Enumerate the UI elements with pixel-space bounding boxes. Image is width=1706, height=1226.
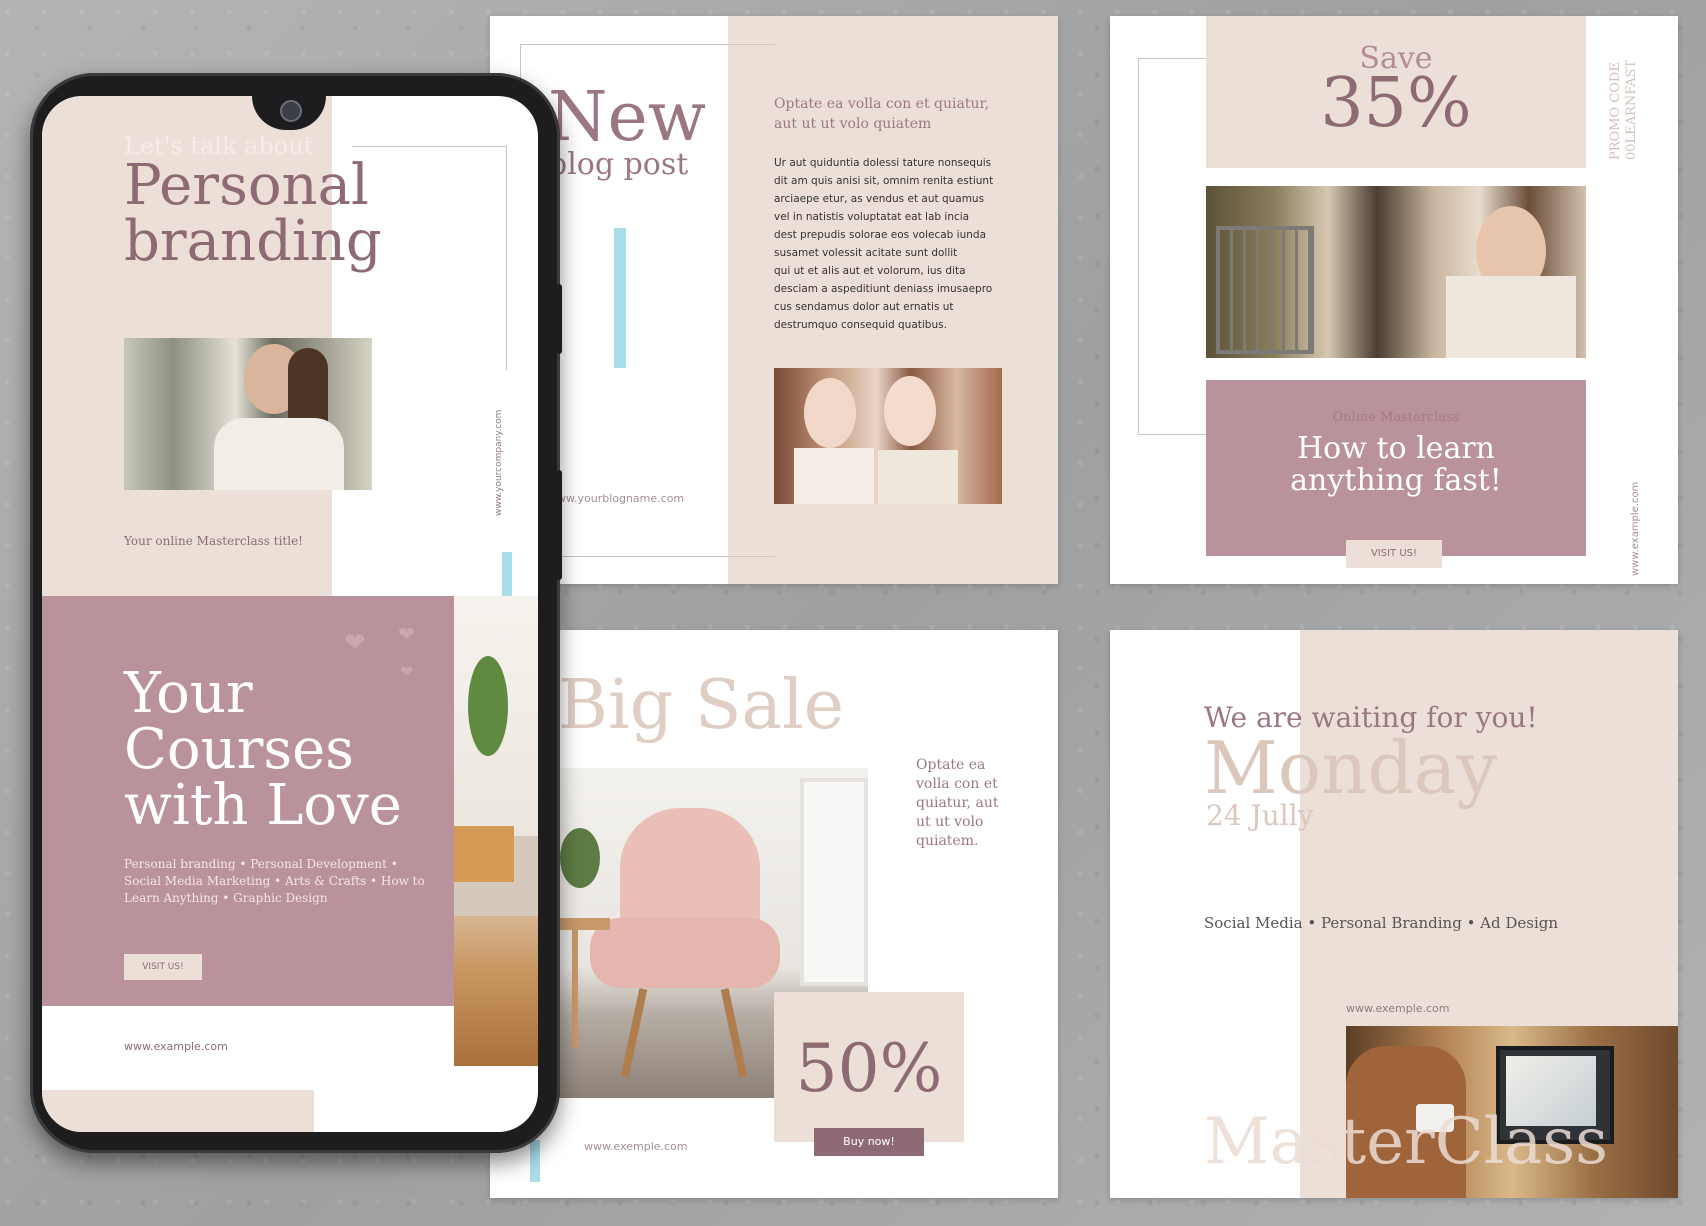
screen-url-vertical[interactable]: www.yourcompany.com <box>494 396 514 516</box>
blog-accent-bar <box>614 228 626 368</box>
monday-date: 24 Jully <box>1206 799 1314 832</box>
screen-headline-1: Your <box>124 661 253 726</box>
promo-card: Save 35% PROMO CODE 00LEARNFAST Online Ma… <box>1110 16 1678 584</box>
sale-percent: 50% <box>795 1030 943 1107</box>
screen-headline-2: Courses <box>124 717 355 782</box>
promo-code-vertical: PROMO CODE 00LEARNFAST <box>1608 59 1639 160</box>
promo-url-vertical[interactable]: www.example.com <box>1630 456 1650 576</box>
screen-photo-living-room <box>454 596 538 1066</box>
phone-side-button-lower <box>556 470 562 580</box>
blog-lead-text: Optate ea volla con et quiatur, aut ut u… <box>774 96 990 132</box>
monday-watermark: MasterClass <box>1204 1105 1608 1179</box>
promo-percent: 35% <box>1320 64 1472 143</box>
blog-body-text: Ur aut quiduntia dolessi tature nonsequi… <box>774 157 994 331</box>
sale-accent-bar <box>530 1140 540 1182</box>
phone-side-button-upper <box>556 284 562 354</box>
promo-headline-2: anything fast! <box>1290 463 1502 498</box>
screen-heart-icon-2: ❤ <box>398 622 415 646</box>
screen-masterclass-title: Your online Masterclass title! <box>124 534 304 548</box>
sale-buy-button[interactable]: Buy now! <box>814 1128 924 1156</box>
screen-heart-icon: ❤ <box>344 628 366 658</box>
screen-title-2: branding <box>124 209 382 274</box>
monday-day: Monday <box>1204 726 1498 810</box>
promo-kicker: Online Masterclass <box>1332 410 1460 425</box>
phone-screen: Let's talk about Personal branding Your … <box>42 96 538 1132</box>
screen-url[interactable]: www.example.com <box>124 1040 228 1053</box>
screen-photo-woman-headband <box>124 338 372 490</box>
screen-heart-icon-3: ❤ <box>400 662 414 681</box>
big-sale-card: Big Sale Optate ea volla con et quiatur,… <box>490 630 1058 1198</box>
monday-card: We are waiting for you! Monday 24 Jully … <box>1110 630 1678 1198</box>
blog-title: New <box>548 78 706 157</box>
screen-visit-button[interactable]: VISIT US! <box>124 954 202 980</box>
blog-post-card: New blog post Optate ea volla con et qui… <box>490 16 1058 584</box>
blog-frame-top-line <box>520 44 775 45</box>
screen-accent-bar <box>502 552 512 596</box>
blog-photo-two-women <box>774 368 1002 504</box>
promo-headline-1: How to learn <box>1297 431 1495 466</box>
promo-frame-left-line <box>1138 58 1139 434</box>
blog-subtitle: blog post <box>548 147 689 182</box>
screen-topics: Personal branding • Personal Development… <box>124 857 425 905</box>
screen-bottom-blush <box>42 1090 314 1132</box>
screen-headline-3: with Love <box>124 773 402 838</box>
screen-title-1: Personal <box>124 153 369 218</box>
screen-frame-right-line <box>506 146 507 370</box>
sale-text: Optate ea volla con et quiatur, aut ut u… <box>916 757 999 849</box>
blog-url[interactable]: www.yourblogname.com <box>548 492 684 505</box>
promo-visit-button[interactable]: VISIT US! <box>1346 540 1442 568</box>
screen-frame-top-line <box>352 146 507 147</box>
monday-url[interactable]: www.exemple.com <box>1346 1002 1450 1015</box>
sale-title: Big Sale <box>558 666 844 745</box>
monday-topics: Social Media • Personal Branding • Ad De… <box>1204 914 1559 932</box>
promo-photo-woman-railing <box>1206 186 1586 358</box>
camera-icon <box>280 100 302 122</box>
sale-url[interactable]: www.exemple.com <box>584 1140 688 1153</box>
